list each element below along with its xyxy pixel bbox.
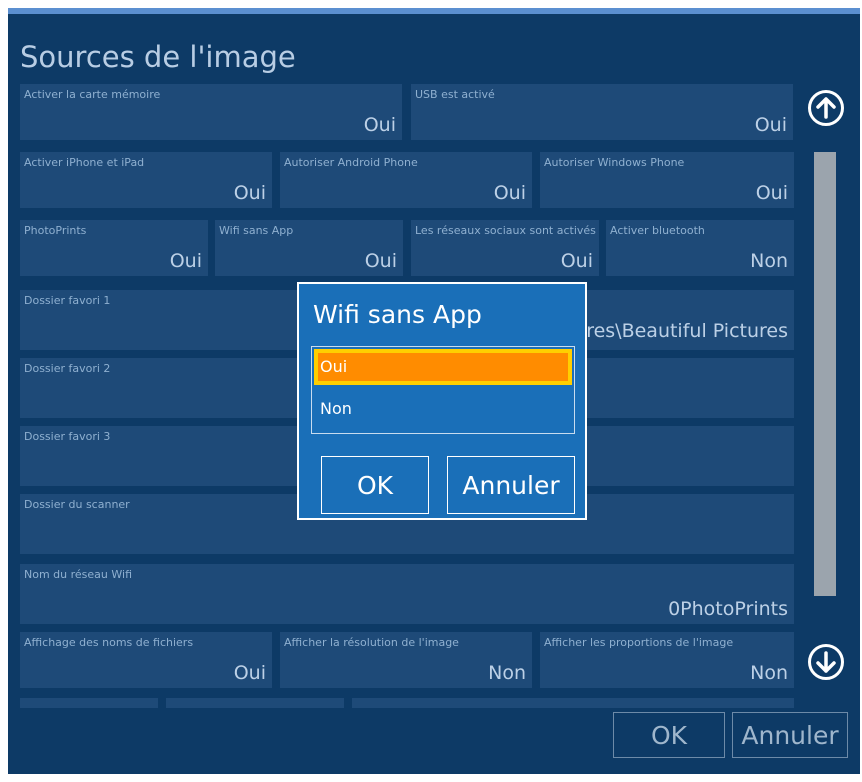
field-value: Oui [363,114,396,136]
field-carte-memoire[interactable]: Activer la carte mémoire Oui [20,84,402,140]
field-label: Afficher la résolution de l'image [284,636,459,649]
field-value: Oui [233,182,266,204]
field-label: Activer bluetooth [610,224,705,237]
field-noms-fichiers[interactable]: Affichage des noms de fichiers Oui [20,632,272,688]
field-partial-1 [20,698,158,708]
cancel-button[interactable]: Annuler [732,712,848,758]
field-value: Non [750,250,788,272]
dialog-title: Wifi sans App [313,300,482,329]
option-non[interactable]: Non [314,391,572,427]
field-label: Dossier du scanner [24,498,130,511]
option-oui[interactable]: Oui [314,349,572,385]
field-value: Oui [364,250,397,272]
field-partial-2 [166,698,344,708]
scroll-up-button[interactable] [808,90,844,126]
field-label: Wifi sans App [219,224,294,237]
field-windows-phone[interactable]: Autoriser Windows Phone Oui [540,152,794,208]
field-android[interactable]: Autoriser Android Phone Oui [280,152,532,208]
scroll-down-button[interactable] [808,644,844,680]
field-value: res\Beautiful Pictures [586,320,788,342]
field-nom-reseau-wifi[interactable]: Nom du réseau Wifi 0PhotoPrints [20,564,794,624]
dialog-ok-button[interactable]: OK [321,456,429,514]
field-label: PhotoPrints [24,224,87,237]
field-bluetooth[interactable]: Activer bluetooth Non [606,220,794,276]
ok-button[interactable]: OK [613,712,725,758]
field-value: 0PhotoPrints [668,598,788,620]
dialog-option-list: Oui Non [311,346,575,434]
field-label: Dossier favori 3 [24,430,111,443]
field-iphone[interactable]: Activer iPhone et iPad Oui [20,152,272,208]
field-label: Affichage des noms de fichiers [24,636,194,649]
arrow-up-icon [816,97,836,119]
scrollbar-track[interactable] [814,152,836,644]
field-value: Non [488,662,526,684]
field-value: Oui [233,662,266,684]
wifi-sans-app-dialog: Wifi sans App Oui Non OK Annuler [297,282,587,520]
field-wifi-sans-app[interactable]: Wifi sans App Oui [215,220,403,276]
scrollbar-thumb[interactable] [814,152,836,596]
field-value: Oui [493,182,526,204]
field-reseaux-sociaux[interactable]: Les réseaux sociaux sont activés Oui [411,220,599,276]
field-label: Autoriser Windows Phone [544,156,685,169]
field-label: Dossier favori 1 [24,294,111,307]
field-label: Activer iPhone et iPad [24,156,145,169]
arrow-down-icon [816,651,836,673]
field-usb[interactable]: USB est activé Oui [411,84,793,140]
field-label: Activer la carte mémoire [24,88,161,101]
field-value: Oui [755,182,788,204]
settings-window: Sources de l'image Activer la carte mémo… [8,8,860,774]
page-title: Sources de l'image [20,40,296,74]
field-label: Nom du réseau Wifi [24,568,132,581]
field-resolution[interactable]: Afficher la résolution de l'image Non [280,632,532,688]
field-label: USB est activé [415,88,495,101]
field-value: Oui [560,250,593,272]
field-value: Non [750,662,788,684]
field-value: Oui [754,114,787,136]
field-partial-3 [352,698,794,708]
field-label: Dossier favori 2 [24,362,111,375]
dialog-cancel-button[interactable]: Annuler [447,456,575,514]
field-label: Autoriser Android Phone [284,156,418,169]
field-photoprints[interactable]: PhotoPrints Oui [20,220,208,276]
field-proportions[interactable]: Afficher les proportions de l'image Non [540,632,794,688]
top-accent-bar [8,8,860,14]
field-label: Afficher les proportions de l'image [544,636,734,649]
field-label: Les réseaux sociaux sont activés [415,224,596,237]
field-value: Oui [169,250,202,272]
